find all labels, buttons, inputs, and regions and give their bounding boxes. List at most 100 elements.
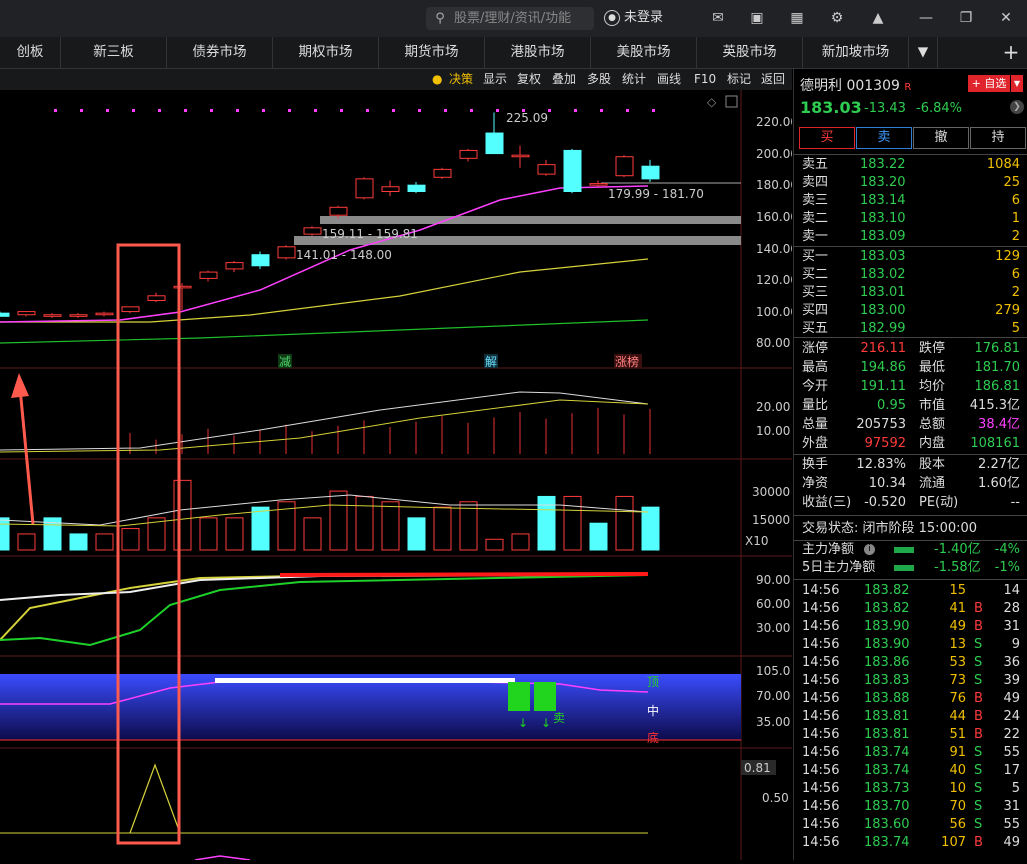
ask-row[interactable]: 卖四 183.20 25 <box>794 174 1027 192</box>
buy-button[interactable]: 买 <box>799 127 855 149</box>
search-input[interactable]: ⚲ 股票/理财/资讯/功能 <box>426 7 594 30</box>
bid-row[interactable]: 买三 183.01 2 <box>794 284 1027 302</box>
price-tick: 140.00 <box>756 242 792 256</box>
candle-body[interactable] <box>433 168 452 178</box>
candle-body[interactable] <box>43 314 62 317</box>
candle-body[interactable] <box>511 154 530 158</box>
tick-volume: 44 <box>949 709 966 724</box>
candle-body[interactable] <box>381 186 400 192</box>
mail-icon[interactable]: ✉ <box>709 9 727 27</box>
candle-body[interactable] <box>329 206 348 216</box>
tick-row: 14:56 183.82 41 B 28 <box>794 600 1027 618</box>
candle-body[interactable] <box>69 314 88 317</box>
tab-hk[interactable]: 港股市场 <box>485 37 591 68</box>
down-arrow-icon: ↓ <box>541 716 551 730</box>
ask-price: 183.22 <box>860 157 906 172</box>
ask-row[interactable]: 卖五 183.22 1084 <box>794 156 1027 174</box>
candle-body[interactable] <box>173 285 192 289</box>
positions-button[interactable]: 持 <box>970 127 1026 149</box>
add-favorite-button[interactable]: + 自选 <box>968 75 1010 92</box>
candle-body[interactable] <box>277 246 296 259</box>
candle-body[interactable] <box>0 312 10 317</box>
tab-bond[interactable]: 债券市场 <box>167 37 273 68</box>
toolbar-back[interactable]: 返回 <box>761 69 785 90</box>
tab-us[interactable]: 美股市场 <box>591 37 697 68</box>
tabs-more-dropdown[interactable]: ▼ <box>909 37 938 68</box>
candle-body[interactable] <box>251 254 270 267</box>
tab-chuangban[interactable]: 创板 <box>0 37 61 68</box>
ind3-tick: 105.0 <box>756 664 790 678</box>
lock-icon[interactable]: ▣ <box>748 9 766 27</box>
minimize-icon[interactable]: — <box>917 9 935 27</box>
toolbar-multi[interactable]: 多股 <box>587 69 611 90</box>
diamond-icon[interactable]: ◇ <box>707 95 717 109</box>
candle-body[interactable] <box>199 271 218 279</box>
candle-body[interactable] <box>355 178 374 199</box>
candle-body[interactable] <box>641 165 660 180</box>
collapse-icon[interactable]: ❯ <box>1010 100 1024 114</box>
ask-row[interactable]: 卖二 183.10 1 <box>794 210 1027 228</box>
toolbar-adjust[interactable]: 复权 <box>517 69 541 90</box>
tick-side: S <box>974 673 983 688</box>
toolbar-overlay[interactable]: 叠加 <box>552 69 576 90</box>
tick-volume: 40 <box>949 763 966 778</box>
login-button[interactable]: ● 未登录 <box>604 8 663 28</box>
stat-label: 今开 <box>802 379 829 394</box>
candle-body[interactable] <box>17 311 36 316</box>
cancel-order-button[interactable]: 撤 <box>913 127 969 149</box>
candle-body[interactable] <box>121 306 140 313</box>
toolbar-draw[interactable]: 画线 <box>657 69 681 90</box>
stat-value: 216.11 <box>860 341 907 356</box>
panel-toggle-icon[interactable] <box>725 95 738 108</box>
tick-price: 183.82 <box>864 601 910 616</box>
candle-body[interactable] <box>95 312 114 316</box>
toolbar-mark[interactable]: 标记 <box>727 69 751 90</box>
kline-chart-area[interactable]: 225.09 179.99 - 181.70 159.11 - 159.81 1… <box>0 90 798 861</box>
candle-body[interactable] <box>485 132 504 155</box>
candle-body[interactable] <box>459 149 478 159</box>
candle-body[interactable] <box>563 149 582 192</box>
gear-icon[interactable]: ⚙ <box>828 9 846 27</box>
tab-xinsanban[interactable]: 新三板 <box>61 37 167 68</box>
ask-row[interactable]: 卖三 183.14 6 <box>794 192 1027 210</box>
indicator3-band <box>215 678 515 683</box>
event-tag-jian[interactable]: 减 <box>279 355 291 369</box>
candle-body[interactable] <box>615 156 634 177</box>
bid-row[interactable]: 买四 183.00 279 <box>794 302 1027 320</box>
apps-icon[interactable]: ▦ <box>788 9 806 27</box>
toolbar-decision[interactable]: 决策 <box>449 69 473 90</box>
restore-icon[interactable]: ❐ <box>957 9 975 27</box>
info-icon[interactable]: i <box>864 544 875 555</box>
tick-row: 14:56 183.81 44 B 24 <box>794 708 1027 726</box>
candle-body[interactable] <box>589 183 608 186</box>
candle-body[interactable] <box>407 184 426 192</box>
add-tab-button[interactable]: + <box>995 37 1027 68</box>
bid-row[interactable]: 买一 183.03 129 <box>794 248 1027 266</box>
bid-row[interactable]: 买二 183.02 6 <box>794 266 1027 284</box>
candle-body[interactable] <box>147 295 166 302</box>
toolbar-display[interactable]: 显示 <box>483 69 507 90</box>
shirt-icon[interactable]: ▲ <box>869 9 887 27</box>
toolbar-f10[interactable]: F10 <box>694 69 716 90</box>
stat-value: 38.4亿 <box>978 417 1020 432</box>
decision-icon[interactable]: ● <box>432 69 442 90</box>
sell-button[interactable]: 卖 <box>856 127 912 149</box>
candle-body[interactable] <box>225 262 244 270</box>
tab-sg[interactable]: 新加坡市场 <box>803 37 909 68</box>
bid-row[interactable]: 买五 182.99 5 <box>794 320 1027 338</box>
favorite-dropdown-icon[interactable]: ▼ <box>1011 75 1023 92</box>
close-icon[interactable]: ✕ <box>997 9 1015 27</box>
candle-body[interactable] <box>537 164 556 175</box>
tab-futures[interactable]: 期货市场 <box>379 37 485 68</box>
indicator3-sell-block <box>508 682 530 711</box>
volume-bar <box>563 495 582 551</box>
tick-count: 14 <box>1003 583 1020 598</box>
event-tag-zhangbang[interactable]: 涨榜 <box>615 354 639 369</box>
ask-row[interactable]: 卖一 183.09 2 <box>794 228 1027 246</box>
toolbar-stats[interactable]: 统计 <box>622 69 646 90</box>
tab-uk[interactable]: 英股市场 <box>697 37 803 68</box>
event-tag-jie[interactable]: 解 <box>485 355 497 369</box>
candle-body[interactable] <box>303 227 322 235</box>
tab-options[interactable]: 期权市场 <box>273 37 379 68</box>
signal-dot <box>54 109 57 112</box>
